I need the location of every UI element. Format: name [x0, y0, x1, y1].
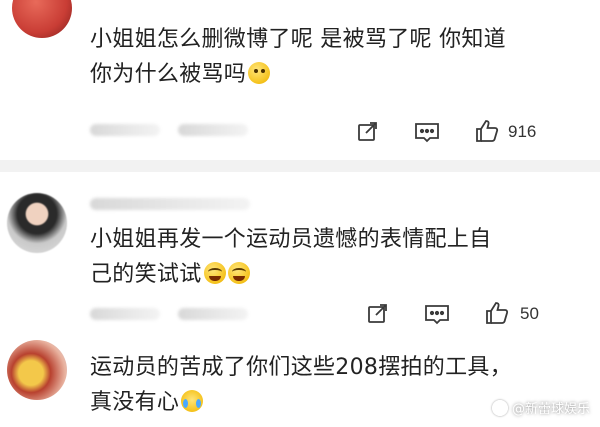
comment-meta-blurred [90, 124, 160, 136]
watermark-text: @新蕾球娱乐 [511, 402, 590, 417]
laughing-tears-emoji-icon [203, 262, 226, 284]
thumbs-up-icon[interactable] [474, 118, 500, 148]
comment-icon[interactable] [424, 302, 450, 330]
comment-text-line-1: 运动员的苦成了你们这些208摆拍的工具， [90, 355, 512, 380]
avatar[interactable] [7, 193, 67, 253]
comment-text-line-1: 小姐姐怎么删微博了呢 是被骂了呢 你知道 [90, 27, 506, 52]
comment-text-line-2: 你为什么被骂吗 [90, 62, 247, 87]
comment-meta-blurred [90, 308, 160, 320]
username-blurred [90, 198, 250, 210]
comment-text: 小姐姐怎么删微博了呢 是被骂了呢 你知道 你为什么被骂吗 [90, 22, 590, 92]
like-count: 916 [508, 122, 537, 141]
thinking-emoji-icon [248, 62, 271, 84]
comment-text-line-2: 己的笑试试 [90, 262, 202, 287]
comment-text: 小姐姐再发一个运动员遗憾的表情配上自 己的笑试试 [90, 222, 590, 292]
comment-meta-blurred [178, 308, 248, 320]
comment-text-line-2: 真没有心 [90, 390, 180, 415]
like-count: 50 [520, 304, 539, 323]
share-icon[interactable] [366, 302, 390, 330]
thumbs-up-icon[interactable] [484, 300, 510, 330]
avatar[interactable] [7, 340, 67, 400]
share-icon[interactable] [356, 120, 380, 148]
crying-emoji-icon [181, 390, 204, 412]
watermark: @新蕾球娱乐 [491, 398, 590, 417]
divider [0, 160, 600, 172]
avatar[interactable] [12, 0, 72, 38]
comment-icon[interactable] [414, 120, 440, 148]
laughing-tears-emoji-icon [227, 262, 250, 284]
comment-meta-blurred [178, 124, 248, 136]
comment-text-line-1: 小姐姐再发一个运动员遗憾的表情配上自 [90, 227, 492, 252]
watermark-logo-icon [491, 399, 508, 416]
